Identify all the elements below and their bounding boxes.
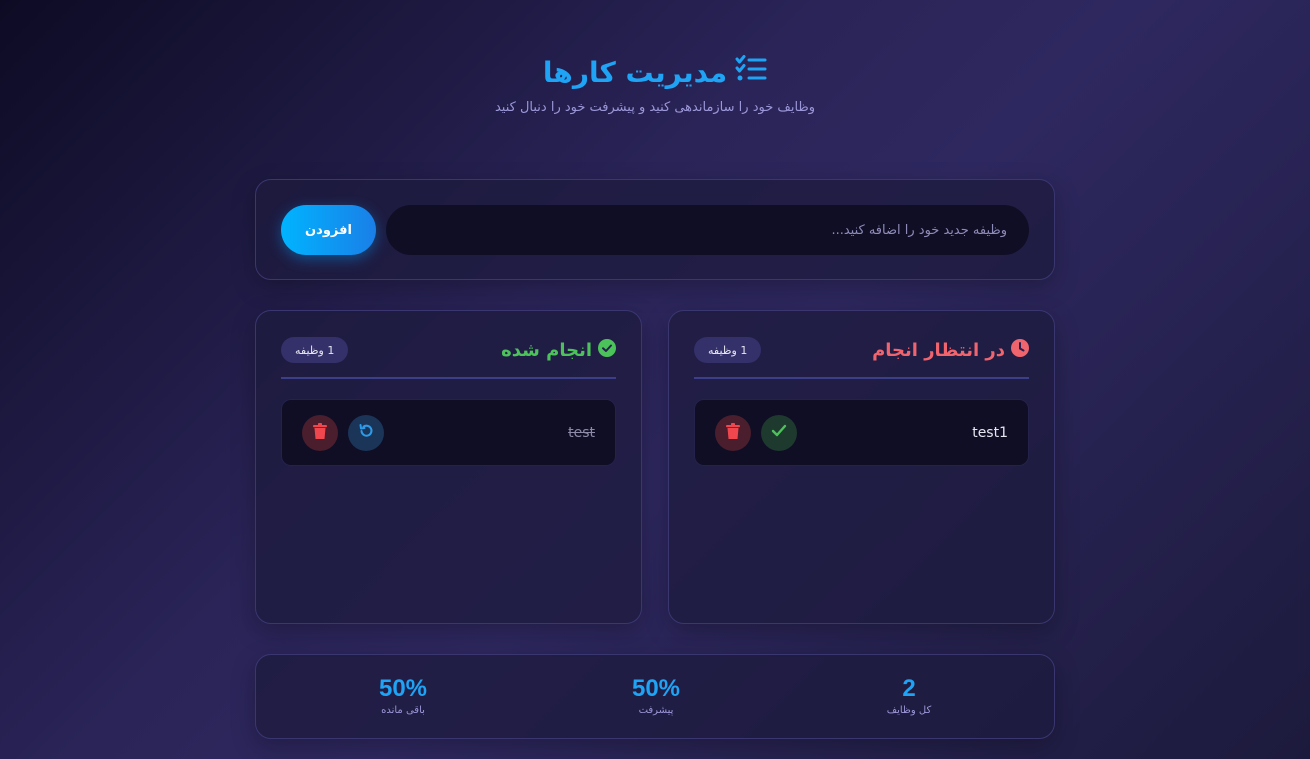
done-column-header: انجام شده 1 وظیفه <box>281 337 616 379</box>
stat-total-value: 2 <box>902 675 916 702</box>
delete-task-button[interactable] <box>715 414 751 451</box>
check-icon <box>771 424 787 441</box>
pending-column-title: در انتظار انجام <box>872 339 1005 361</box>
done-column-title: انجام شده <box>501 339 592 361</box>
trash-icon <box>726 423 740 442</box>
pending-task-item: test1 <box>694 399 1029 466</box>
clock-icon <box>1011 338 1029 362</box>
stat-progress-value: 50% <box>631 675 681 702</box>
page-title: مدیریت کارها <box>542 55 728 89</box>
done-task-item: test <box>281 399 616 466</box>
trash-icon <box>313 423 327 442</box>
pending-count-badge: 1 وظیفه <box>694 337 762 363</box>
page-header: مدیریت کارها وظایف خود را سازماندهی کنید… <box>0 52 1310 115</box>
stat-progress-label: پیشرفت <box>638 705 674 716</box>
stat-remaining: 50% باقی مانده <box>343 675 463 716</box>
tasks-checklist-icon <box>735 54 767 90</box>
task-text: test <box>568 424 595 441</box>
stat-remaining-value: 50% <box>378 675 428 702</box>
add-task-panel: افزودن <box>255 179 1055 280</box>
page-subtitle: وظایف خود را سازماندهی کنید و پیشرفت خود… <box>494 100 816 115</box>
stat-remaining-label: باقی مانده <box>381 705 425 716</box>
stat-progress: 50% پیشرفت <box>596 675 716 716</box>
task-text: test1 <box>972 424 1008 441</box>
stat-total-label: کل وظایف <box>886 705 932 716</box>
complete-task-button[interactable] <box>761 414 797 451</box>
stats-panel: 2 کل وظایف 50% پیشرفت 50% باقی مانده <box>255 654 1055 739</box>
undo-icon <box>358 423 374 442</box>
undo-task-button[interactable] <box>348 414 384 451</box>
new-task-input[interactable] <box>386 205 1029 255</box>
done-count-badge: 1 وظیفه <box>281 337 349 363</box>
add-task-button[interactable]: افزودن <box>281 205 376 255</box>
page-title-row: مدیریت کارها <box>0 52 1310 92</box>
pending-title-row: در انتظار انجام <box>872 337 1029 363</box>
delete-task-button[interactable] <box>302 414 338 451</box>
done-column: انجام شده 1 وظیفه test <box>255 310 642 624</box>
pending-column-header: در انتظار انجام 1 وظیفه <box>694 337 1029 379</box>
done-title-row: انجام شده <box>501 337 616 363</box>
pending-column: در انتظار انجام 1 وظیفه test1 <box>668 310 1055 624</box>
task-actions <box>302 414 384 451</box>
check-circle-icon <box>598 338 616 362</box>
stat-total: 2 کل وظایف <box>849 675 969 716</box>
task-actions <box>715 414 797 451</box>
